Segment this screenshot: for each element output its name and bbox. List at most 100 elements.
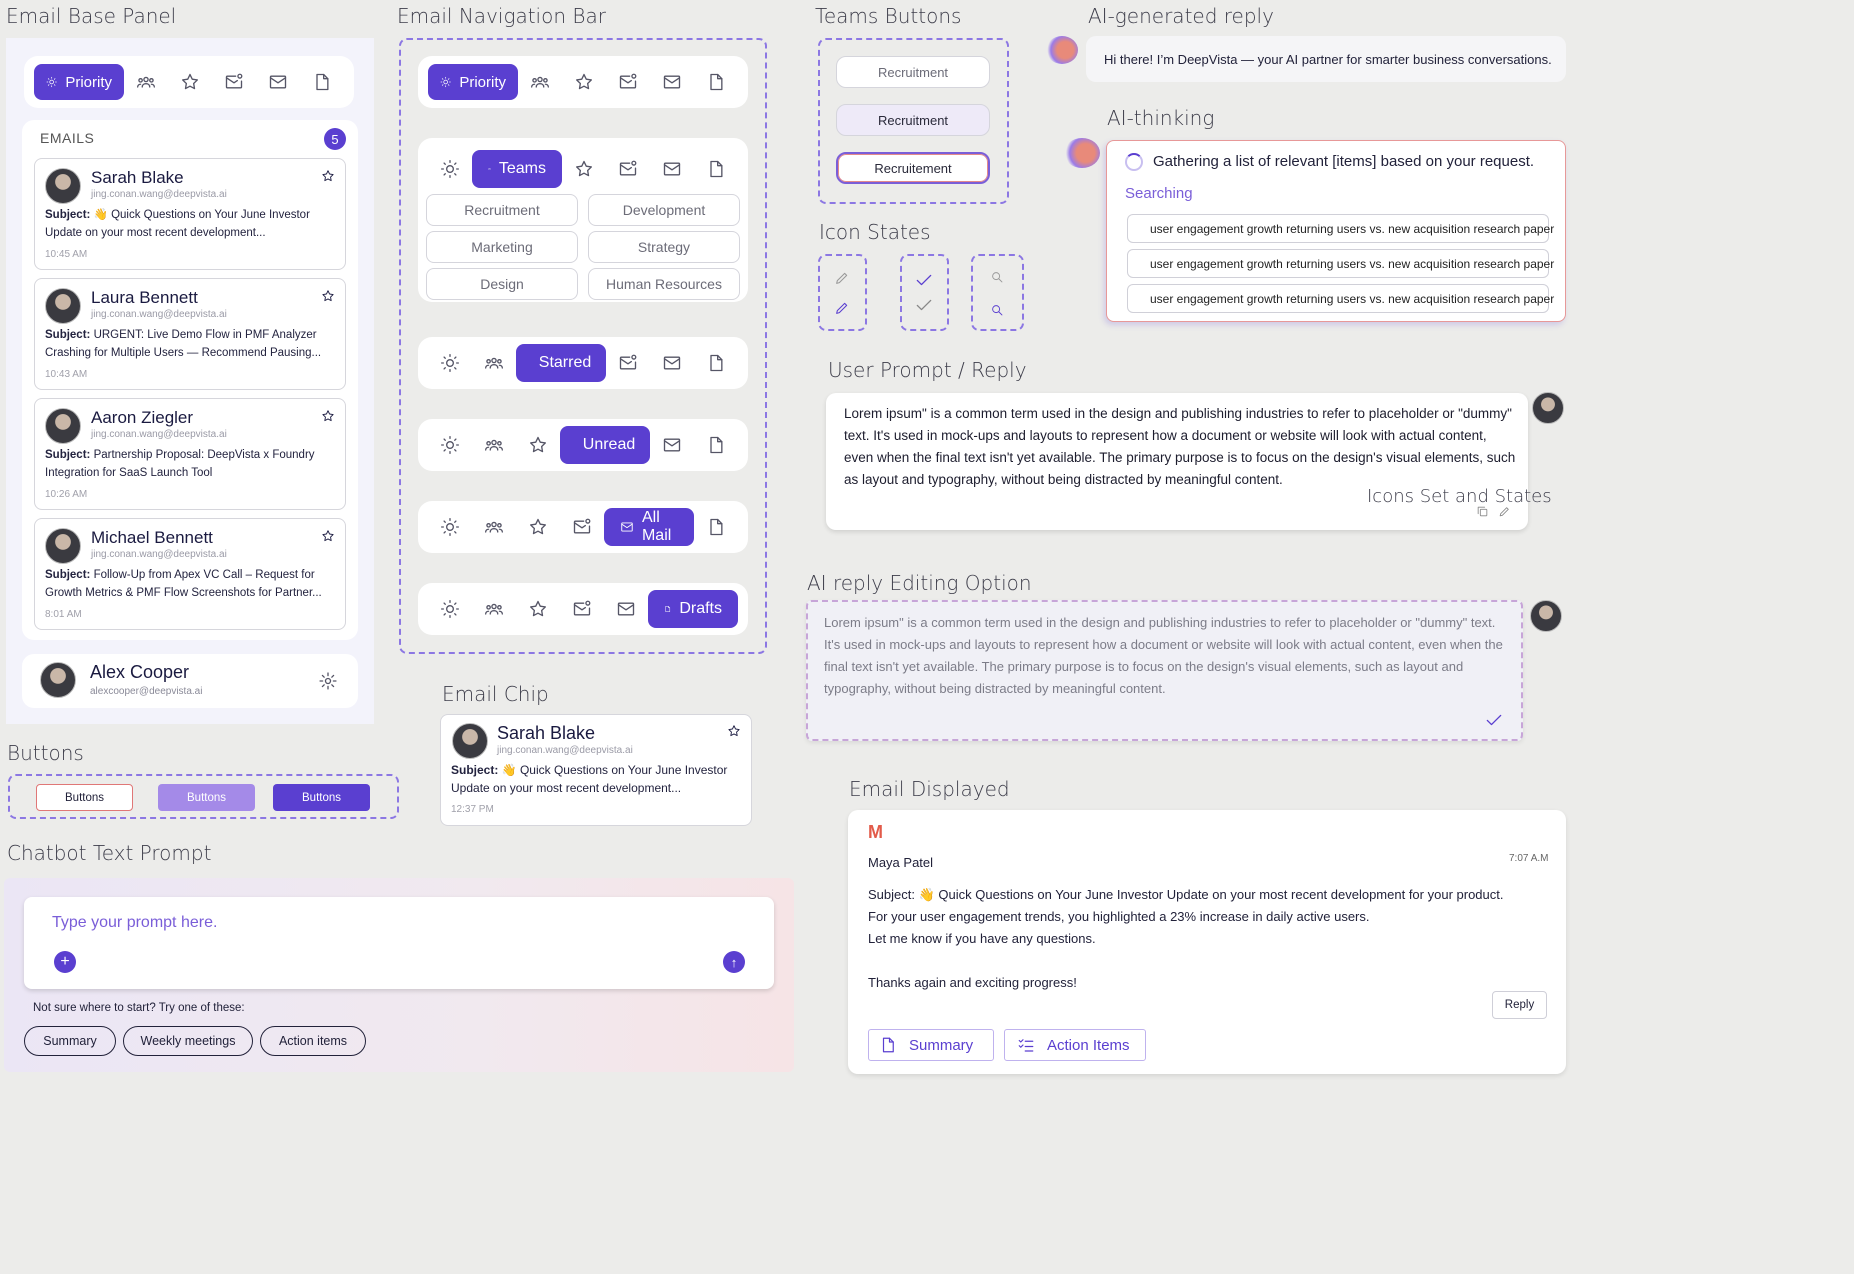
- pencil-icon[interactable]: [834, 270, 850, 286]
- nav-starred-button[interactable]: [516, 505, 560, 549]
- team-button-selected[interactable]: Recruitement: [836, 152, 990, 184]
- search-query-row[interactable]: user engagement growth returning users v…: [1127, 214, 1554, 243]
- gear-icon[interactable]: [318, 671, 338, 691]
- search-query-row[interactable]: user engagement growth returning users v…: [1127, 284, 1554, 313]
- team-chip-human-resources[interactable]: Human Resources: [588, 268, 740, 300]
- nav-priority-button[interactable]: [428, 505, 472, 549]
- button-light[interactable]: Buttons: [158, 784, 255, 811]
- team-chip-marketing[interactable]: Marketing: [426, 231, 578, 263]
- icon-states-search-frame: [971, 254, 1024, 331]
- check-icon[interactable]: [914, 295, 934, 315]
- nav-teams-button[interactable]: Teams: [472, 150, 562, 188]
- nav-teams-button[interactable]: [518, 60, 562, 104]
- summary-button[interactable]: Summary: [868, 1029, 994, 1061]
- nav-unread-button[interactable]: [560, 505, 604, 549]
- nav-drafts-button[interactable]: [300, 60, 344, 104]
- nav-priority-button[interactable]: Priority: [428, 64, 518, 100]
- email-subject: Subject: Follow-Up from Apex VC Call – R…: [45, 569, 322, 599]
- team-button-default[interactable]: Recruitment: [836, 56, 990, 88]
- nav-unread-button[interactable]: Unread: [560, 426, 650, 464]
- check-icon[interactable]: [1484, 710, 1504, 730]
- team-chip-recruitment[interactable]: Recruitment: [426, 194, 578, 226]
- add-attachment-button[interactable]: +: [54, 951, 76, 973]
- nav-drafts-button[interactable]: [694, 423, 738, 467]
- nav-starred-button[interactable]: [516, 423, 560, 467]
- nav-teams-button[interactable]: [472, 423, 516, 467]
- user-profile[interactable]: Alex Cooper alexcooper@deepvista.ai: [22, 654, 358, 708]
- email-card[interactable]: Sarah Blake jing.conan.wang@deepvista.ai S…: [34, 158, 346, 270]
- star-icon[interactable]: [321, 529, 335, 543]
- nav-unread-button[interactable]: [560, 587, 604, 631]
- nav-all-mail-button[interactable]: [650, 341, 694, 385]
- nav-unread-button[interactable]: [606, 60, 650, 104]
- nav-drafts-button[interactable]: [694, 341, 738, 385]
- star-icon[interactable]: [321, 169, 335, 183]
- nav-starred-button[interactable]: Starred: [516, 344, 606, 382]
- star-icon[interactable]: [321, 409, 335, 423]
- nav-all-mail-button[interactable]: [604, 587, 648, 631]
- chatbot-placeholder[interactable]: Type your prompt here.: [52, 914, 217, 932]
- nav-teams-button[interactable]: [472, 505, 516, 549]
- ai-reply-edit-text[interactable]: Lorem ipsum" is a common term used in th…: [824, 612, 1508, 700]
- gmail-icon: M: [868, 822, 883, 842]
- icon-states-check-frame: [900, 254, 949, 331]
- chatbot-panel: Type your prompt here. + ↑ Not sure wher…: [4, 878, 794, 1072]
- check-icon[interactable]: [914, 270, 934, 290]
- nav-drafts-button[interactable]: [694, 60, 738, 104]
- nav-priority-button[interactable]: [428, 147, 472, 191]
- email-card[interactable]: Laura Bennett jing.conan.wang@deepvista.a…: [34, 278, 346, 390]
- suggestion-action-items[interactable]: Action items: [260, 1026, 366, 1056]
- nav-teams-button[interactable]: [472, 587, 516, 631]
- team-button-hover[interactable]: Recruitment: [836, 104, 990, 136]
- suggestion-weekly-meetings[interactable]: Weekly meetings: [123, 1026, 253, 1056]
- nav-priority-button[interactable]: [428, 341, 472, 385]
- chatbot-input-box[interactable]: Type your prompt here. + ↑: [24, 897, 774, 989]
- nav-starred-button[interactable]: [168, 60, 212, 104]
- section-title-ai-reply: AI-generated reply: [1088, 4, 1274, 28]
- nav-priority-button[interactable]: Priority: [34, 64, 124, 100]
- team-chip-development[interactable]: Development: [588, 194, 740, 226]
- nav-unread-button[interactable]: [212, 60, 256, 104]
- button-primary[interactable]: Buttons: [273, 784, 370, 811]
- nav-priority-button[interactable]: [428, 587, 472, 631]
- nav-starred-button[interactable]: [562, 60, 606, 104]
- nav-all-mail-button[interactable]: [650, 423, 694, 467]
- star-icon[interactable]: [321, 289, 335, 303]
- nav-starred-button[interactable]: [516, 587, 560, 631]
- nav-priority-button[interactable]: [428, 423, 472, 467]
- mail-icon: [662, 159, 682, 179]
- ai-reply-edit-box[interactable]: Lorem ipsum" is a common term used in th…: [806, 600, 1523, 741]
- document-icon: [706, 353, 726, 373]
- section-title-icons-set: Icons Set and States: [1367, 486, 1552, 507]
- nav-drafts-button[interactable]: [694, 147, 738, 191]
- nav-teams-button[interactable]: [124, 60, 168, 104]
- nav-all-mail-button[interactable]: [256, 60, 300, 104]
- suggestion-summary[interactable]: Summary: [24, 1026, 116, 1056]
- nav-drafts-button[interactable]: [694, 505, 738, 549]
- email-card[interactable]: Aaron Ziegler jing.conan.wang@deepvista.a…: [34, 398, 346, 510]
- star-icon[interactable]: [727, 724, 741, 738]
- nav-teams-button[interactable]: [472, 341, 516, 385]
- search-icon[interactable]: [990, 270, 1004, 284]
- nav-drafts-button[interactable]: Drafts: [648, 590, 738, 628]
- reply-button[interactable]: Reply: [1492, 991, 1547, 1019]
- nav-all-mail-button[interactable]: [650, 147, 694, 191]
- nav-unread-button[interactable]: [606, 147, 650, 191]
- nav-all-mail-button[interactable]: [650, 60, 694, 104]
- nav-unread-button[interactable]: [606, 341, 650, 385]
- send-button[interactable]: ↑: [723, 951, 745, 973]
- email-card[interactable]: Michael Bennett jing.conan.wang@deepvista…: [34, 518, 346, 630]
- pencil-icon[interactable]: [834, 300, 850, 316]
- team-chip-strategy[interactable]: Strategy: [588, 231, 740, 263]
- button-outline[interactable]: Buttons: [36, 784, 133, 811]
- search-icon[interactable]: [990, 303, 1004, 317]
- team-chip-design[interactable]: Design: [426, 268, 578, 300]
- email-chip[interactable]: Sarah Blake jing.conan.wang@deepvista.ai…: [440, 714, 752, 826]
- unread-mail-icon: [618, 159, 638, 179]
- nav-starred-button[interactable]: [562, 147, 606, 191]
- sun-icon: [440, 72, 451, 92]
- section-title-email-displayed: Email Displayed: [849, 777, 1010, 801]
- action-items-button[interactable]: Action Items: [1004, 1029, 1146, 1061]
- nav-all-mail-button[interactable]: All Mail: [604, 508, 694, 546]
- search-query-row[interactable]: user engagement growth returning users v…: [1127, 249, 1554, 278]
